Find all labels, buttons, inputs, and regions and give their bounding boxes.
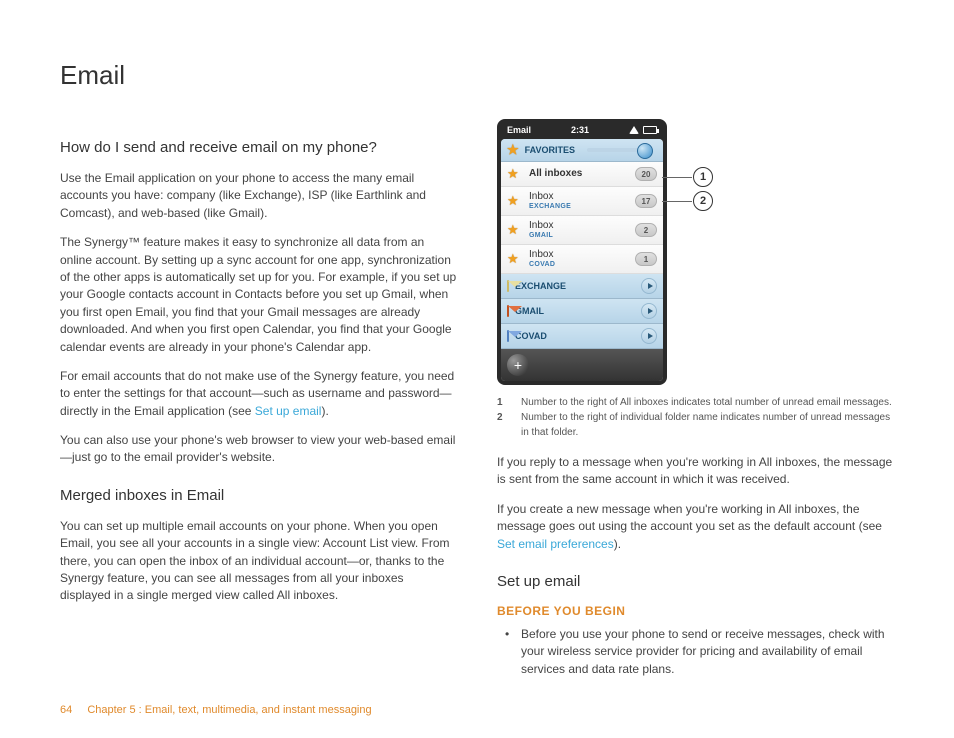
heading-merged-inboxes: Merged inboxes in Email [60, 487, 457, 504]
link-set-email-preferences[interactable]: Set email preferences [497, 537, 614, 551]
expand-icon [641, 328, 657, 344]
unread-badge: 1 [635, 252, 657, 266]
section-exchange: EXCHANGE [501, 274, 663, 299]
battery-icon [643, 126, 657, 134]
heading-set-up-email: Set up email [497, 573, 894, 590]
section-gmail: GMAIL [501, 299, 663, 324]
figure-legend: 1Number to the right of All inboxes indi… [497, 395, 894, 440]
paragraph: If you reply to a message when you're wo… [497, 454, 894, 489]
paragraph: For email accounts that do not make use … [60, 368, 457, 420]
paragraph: You can set up multiple email accounts o… [60, 518, 457, 605]
callout-2: 2 [693, 191, 713, 211]
callout-1: 1 [693, 167, 713, 187]
star-icon: ★ [507, 143, 519, 157]
paragraph: Use the Email application on your phone … [60, 170, 457, 222]
envelope-icon [507, 281, 509, 291]
link-set-up-email[interactable]: Set up email [255, 404, 322, 418]
app-label: Email [507, 125, 531, 135]
slider [587, 148, 651, 152]
phone-figure: Email 2:31 ★ FAVORITES ★ All i [497, 119, 894, 385]
star-icon: ★ [507, 223, 523, 237]
page-number: 64 [60, 704, 72, 716]
section-covad: COVAD [501, 324, 663, 349]
star-icon: ★ [507, 252, 523, 266]
star-icon: ★ [507, 167, 523, 181]
unread-badge: 20 [635, 167, 657, 181]
favorites-header: ★ FAVORITES [501, 139, 663, 162]
row-inbox-exchange: ★ InboxEXCHANGE 17 [501, 187, 663, 216]
row-inbox-covad: ★ InboxCOVAD 1 [501, 245, 663, 274]
wifi-icon [629, 126, 639, 134]
paragraph: If you create a new message when you're … [497, 501, 894, 553]
list-item: Before you use your phone to send or rec… [511, 626, 894, 678]
heading-send-receive: How do I send and receive email on my ph… [60, 139, 457, 156]
paragraph: The Synergy™ feature makes it easy to sy… [60, 234, 457, 356]
paragraph: You can also use your phone's web browse… [60, 432, 457, 467]
right-column: Email 2:31 ★ FAVORITES ★ All i [497, 119, 894, 678]
left-column: How do I send and receive email on my ph… [60, 119, 457, 678]
chapter-label: Chapter 5 : Email, text, multimedia, and… [87, 704, 371, 716]
status-time: 2:31 [571, 125, 589, 135]
envelope-icon [507, 331, 509, 341]
row-inbox-gmail: ★ InboxGMAIL 2 [501, 216, 663, 245]
add-bar: + [501, 349, 663, 381]
unread-badge: 17 [635, 194, 657, 208]
star-icon: ★ [507, 194, 523, 208]
expand-icon [641, 278, 657, 294]
envelope-icon [507, 306, 509, 316]
expand-icon [641, 303, 657, 319]
add-account-button: + [507, 354, 529, 376]
before-you-begin-heading: BEFORE YOU BEGIN [497, 604, 894, 618]
page-title: Email [60, 60, 894, 91]
page-footer: 64 Chapter 5 : Email, text, multimedia, … [60, 704, 372, 716]
row-all-inboxes: ★ All inboxes 20 [501, 162, 663, 187]
unread-badge: 2 [635, 223, 657, 237]
